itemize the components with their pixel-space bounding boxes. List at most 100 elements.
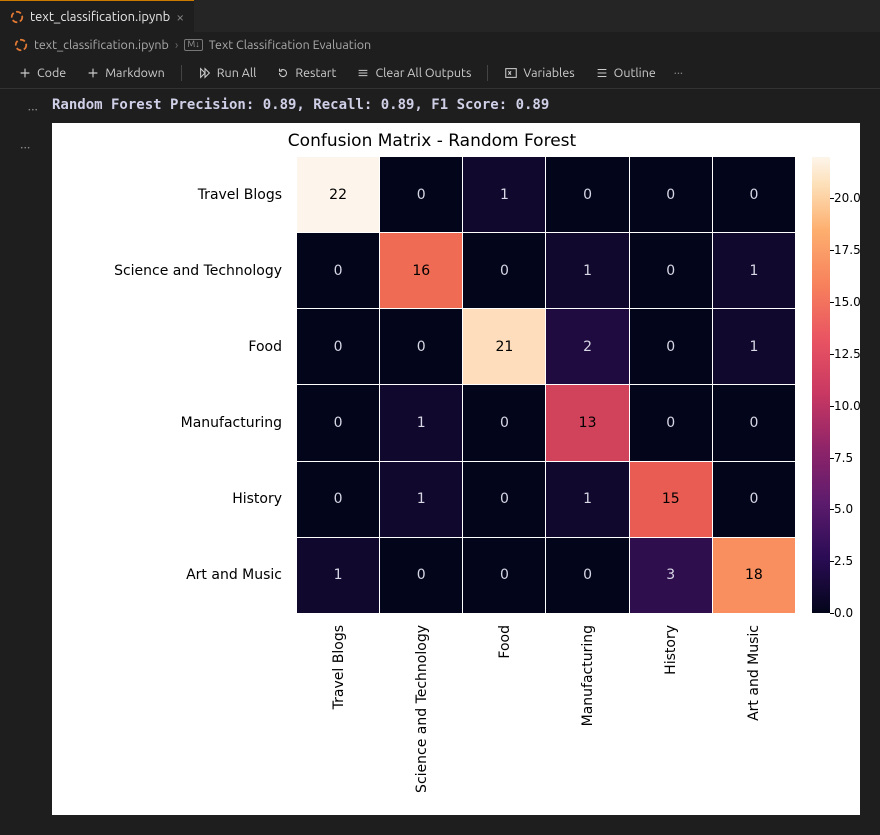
y-tick-label: History [52,461,290,537]
heatmap-cell: 1 [546,233,628,308]
heatmap-cell: 0 [463,385,545,460]
colorbar-tick: 17.5 [834,243,861,257]
heatmap-cell: 0 [297,233,379,308]
restart-icon [276,66,290,80]
clear-icon [356,66,370,80]
close-icon[interactable]: × [176,9,184,25]
colorbar-tick: 10.0 [834,399,861,413]
cell-gutter: ··· ··· [20,97,38,815]
colorbar-tick: 15.0 [834,295,861,309]
outline-button[interactable]: Outline [587,64,664,82]
play-all-icon [198,66,212,80]
plus-icon [18,66,32,80]
x-tick-label: Science and Technology [380,619,463,809]
colorbar-tick: 20.0 [834,191,861,205]
heatmap-cell: 1 [380,385,462,460]
clear-outputs-button[interactable]: Clear All Outputs [348,64,479,82]
plot-title: Confusion Matrix - Random Forest [52,131,812,151]
heatmap-cell: 0 [713,157,795,232]
plus-icon [86,66,100,80]
heatmap-cell: 13 [546,385,628,460]
heatmap-cell: 0 [546,538,628,613]
tab-notebook[interactable]: text_classification.ipynb × [0,0,194,32]
heatmap-cell: 0 [463,233,545,308]
variables-icon [504,66,518,80]
run-all-button[interactable]: Run All [190,64,265,82]
heatmap-cell: 0 [713,385,795,460]
x-tick-label: Food [463,619,546,809]
x-tick-label: Manufacturing [546,619,629,809]
colorbar-tick: 7.5 [834,451,853,465]
heatmap-cell: 0 [380,309,462,384]
y-tick-label: Science and Technology [52,233,290,309]
heatmap-cell: 0 [630,385,712,460]
heatmap-cell: 21 [463,309,545,384]
toolbar-label: Variables [523,66,574,80]
breadcrumb-cell[interactable]: Text Classification Evaluation [209,38,372,52]
x-tick-label: Travel Blogs [297,619,380,809]
y-tick-label: Art and Music [52,537,290,613]
colorbar-tick: 12.5 [834,347,861,361]
heatmap-cell: 0 [380,157,462,232]
heatmap-cell: 0 [630,309,712,384]
breadcrumb: text_classification.ipynb › M↓ Text Clas… [0,33,880,57]
tab-label: text_classification.ipynb [30,10,170,24]
heatmap-cell: 0 [463,538,545,613]
heatmap-grid: 2201000016010100212010101300010115010003… [297,157,795,613]
heatmap-cell: 0 [630,233,712,308]
y-axis-labels: Travel BlogsScience and TechnologyFoodMa… [52,157,290,613]
colorbar-tick: 0.0 [834,606,853,620]
heatmap-cell: 0 [297,462,379,537]
heatmap-cell: 22 [297,157,379,232]
tab-bar: text_classification.ipynb × [0,0,880,33]
heatmap-cell: 3 [630,538,712,613]
stdout-text: Random Forest Precision: 0.89, Recall: 0… [52,97,860,113]
separator [181,65,182,81]
toolbar-label: Restart [295,66,336,80]
heatmap-cell: 16 [380,233,462,308]
add-code-button[interactable]: Code [10,64,74,82]
heatmap-cell: 1 [297,538,379,613]
outline-icon [595,66,609,80]
confusion-matrix-plot: Confusion Matrix - Random Forest Travel … [52,123,860,815]
heatmap-cell: 1 [713,233,795,308]
heatmap-cell: 1 [463,157,545,232]
y-tick-label: Manufacturing [52,385,290,461]
toolbar-label: Code [37,66,66,80]
heatmap-cell: 0 [297,309,379,384]
breadcrumb-file[interactable]: text_classification.ipynb [34,38,169,52]
restart-button[interactable]: Restart [268,64,344,82]
heatmap-cell: 0 [297,385,379,460]
more-icon[interactable]: ··· [668,66,689,80]
separator [487,65,488,81]
add-markdown-button[interactable]: Markdown [78,64,173,82]
notebook-icon [14,38,28,52]
y-tick-label: Food [52,309,290,385]
heatmap-cell: 0 [546,157,628,232]
cell-output: ··· ··· Random Forest Precision: 0.89, R… [0,89,880,815]
toolbar-label: Run All [217,66,257,80]
toolbar-label: Clear All Outputs [375,66,471,80]
heatmap-cell: 0 [380,538,462,613]
heatmap-cell: 0 [630,157,712,232]
x-axis-labels: Travel BlogsScience and TechnologyFoodMa… [297,619,795,809]
colorbar-tick: 5.0 [834,502,853,516]
x-tick-label: History [629,619,712,809]
heatmap-cell: 2 [546,309,628,384]
colorbar-tick: 2.5 [834,554,853,568]
toolbar-label: Outline [614,66,656,80]
markdown-icon: M↓ [184,39,202,51]
heatmap-cell: 1 [546,462,628,537]
notebook-icon [10,10,24,24]
notebook-toolbar: Code Markdown Run All Restart Clear All … [0,57,880,89]
heatmap-cell: 0 [463,462,545,537]
variables-button[interactable]: Variables [496,64,582,82]
y-tick-label: Travel Blogs [52,157,290,233]
heatmap-cell: 15 [630,462,712,537]
heatmap-cell: 1 [380,462,462,537]
heatmap-cell: 0 [713,462,795,537]
heatmap-cell: 1 [713,309,795,384]
colorbar [812,157,830,613]
heatmap-cell: 18 [713,538,795,613]
colorbar-labels: 0.02.55.07.510.012.515.017.520.0 [834,157,874,613]
